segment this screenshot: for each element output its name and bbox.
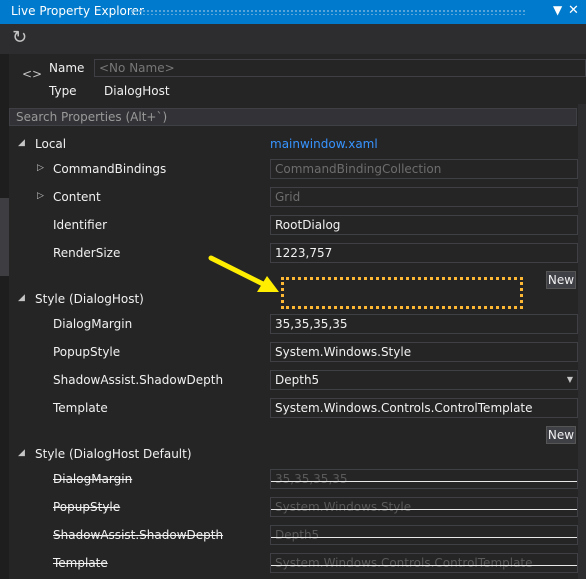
expand-triangle-icon[interactable]: ▷ <box>37 163 44 173</box>
property-name: ShadowAssist.ShadowDepth <box>53 373 224 387</box>
property-value: Depth5 <box>270 525 578 545</box>
collapse-triangle-icon[interactable]: ◢ <box>18 293 25 303</box>
pin-icon[interactable]: ✕ <box>568 3 579 18</box>
property-value-text: Depth5 <box>275 373 320 387</box>
type-label: Type <box>49 84 77 98</box>
xaml-element-icon: <> <box>22 67 43 81</box>
annotation-arrow-icon <box>208 255 279 292</box>
property-name: Content <box>53 190 101 204</box>
property-value[interactable]: Depth5 ▼ <box>270 370 578 390</box>
property-name: RenderSize <box>53 246 121 260</box>
property-value: System.Windows.Controls.ControlTemplate <box>270 553 578 573</box>
section-label: Style (DialogHost) <box>35 292 144 306</box>
property-name: CommandBindings <box>53 162 167 176</box>
property-name: Identifier <box>53 218 108 232</box>
section-label: Style (DialogHost Default) <box>35 447 192 461</box>
type-value: DialogHost <box>104 84 170 98</box>
property-value[interactable]: CommandBindingCollection <box>270 159 578 179</box>
property-row[interactable]: RenderSize 1223,757 <box>9 240 578 268</box>
property-name: Template <box>53 401 108 415</box>
title-bar: Live Property Explorer ▼ ✕ <box>0 0 586 24</box>
title-grip[interactable] <box>130 9 526 15</box>
collapse-triangle-icon[interactable]: ◢ <box>18 138 25 148</box>
property-value: 35,35,35,35 <box>270 469 578 489</box>
property-value[interactable]: System.Windows.Style <box>270 342 578 362</box>
property-row[interactable]: DialogMargin 35,35,35,35 <box>9 311 578 339</box>
section-style-default[interactable]: ◢ Style (DialogHost Default) <box>9 441 578 469</box>
left-edge-panel <box>0 198 9 276</box>
property-row[interactable]: ▷ Content Grid <box>9 184 578 212</box>
search-properties-input[interactable]: Search Properties (Alt+`) <box>9 108 577 126</box>
property-value: System.Windows.Style <box>270 497 578 517</box>
property-row[interactable]: DialogMargin 35,35,35,35 <box>9 466 578 494</box>
property-value[interactable]: 35,35,35,35 <box>270 314 578 334</box>
name-label: Name <box>49 61 85 75</box>
property-value[interactable]: System.Windows.Controls.ControlTemplate <box>270 398 578 418</box>
left-edge <box>0 54 9 579</box>
property-value[interactable]: RootDialog <box>270 215 578 235</box>
section-local[interactable]: ◢ Local mainwindow.xaml <box>9 131 578 159</box>
window-menu-dropdown-icon[interactable]: ▼ <box>553 3 562 17</box>
dropdown-arrow-icon[interactable]: ▼ <box>567 371 573 389</box>
property-name: PopupStyle <box>53 345 121 359</box>
name-field[interactable]: <No Name> <box>94 59 586 77</box>
collapse-triangle-icon[interactable]: ◢ <box>18 448 25 458</box>
element-header: <> Name <No Name> Type DialogHost <box>9 54 586 104</box>
property-name: PopupStyle <box>53 500 121 514</box>
property-row[interactable]: Template System.Windows.Controls.Control… <box>9 395 578 423</box>
toolbar: ↻ <box>0 24 586 54</box>
property-row[interactable]: PopupStyle System.Windows.Style <box>9 339 578 367</box>
property-name: Template <box>53 556 108 570</box>
property-name: DialogMargin <box>53 317 133 331</box>
property-row[interactable]: Identifier RootDialog <box>9 212 578 240</box>
property-row[interactable]: PopupStyle System.Windows.Style <box>9 494 578 522</box>
property-value[interactable]: Grid <box>270 187 578 207</box>
vertical-scrollbar[interactable] <box>578 100 586 579</box>
property-name: DialogMargin <box>53 472 133 486</box>
window-title: Live Property Explorer <box>11 4 144 18</box>
property-row[interactable]: ShadowAssist.ShadowDepth Depth5 <box>9 522 578 550</box>
source-link[interactable]: mainwindow.xaml <box>270 137 378 151</box>
property-value[interactable]: 1223,757 <box>270 243 578 263</box>
refresh-icon[interactable]: ↻ <box>12 27 27 48</box>
property-name: ShadowAssist.ShadowDepth <box>53 528 224 542</box>
section-label: Local <box>35 137 67 151</box>
property-row[interactable]: ShadowAssist.ShadowDepth Depth5 ▼ <box>9 367 578 395</box>
expand-triangle-icon[interactable]: ▷ <box>37 191 44 201</box>
property-row[interactable]: ▷ CommandBindings CommandBindingCollecti… <box>9 156 578 184</box>
highlight-dotted-box <box>281 277 523 309</box>
property-row[interactable]: Template System.Windows.Controls.Control… <box>9 550 578 578</box>
